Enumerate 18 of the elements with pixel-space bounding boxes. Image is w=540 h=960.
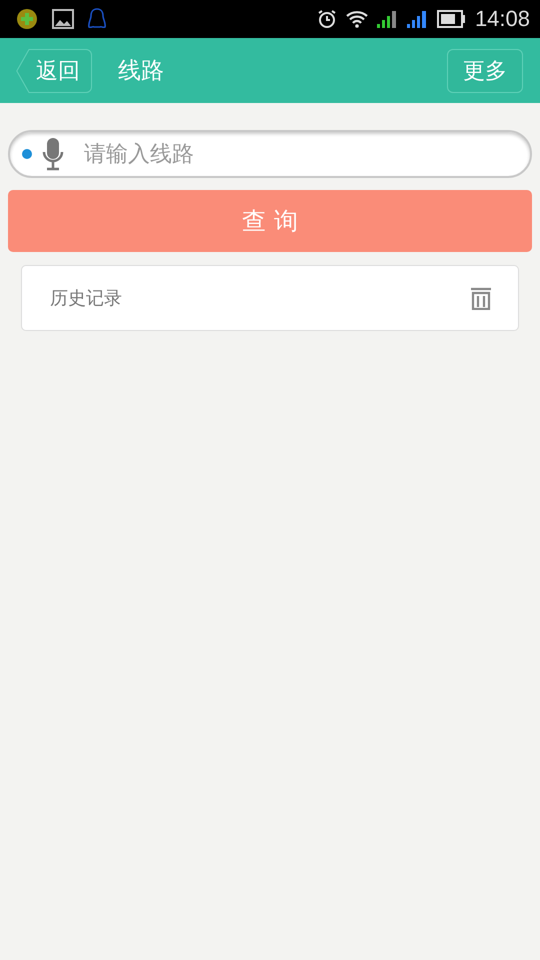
penguin-icon: [88, 8, 106, 30]
signal-icon: [376, 10, 399, 28]
microphone-icon[interactable]: [42, 137, 64, 171]
image-icon: [52, 9, 74, 29]
history-card[interactable]: 历史记录: [21, 265, 519, 331]
clock-time: 14:08: [474, 6, 530, 32]
back-button[interactable]: 返回: [16, 48, 94, 92]
history-label: 历史记录: [50, 287, 122, 310]
search-field[interactable]: 请输入线路: [8, 130, 532, 178]
alarm-icon: [316, 9, 337, 29]
battery-icon: [436, 10, 467, 28]
query-button[interactable]: 查 询: [8, 190, 532, 252]
more-button[interactable]: 更多: [447, 48, 523, 92]
app-icon: [16, 8, 38, 30]
wifi-icon: [344, 10, 369, 28]
signal-icon: [406, 10, 429, 28]
page-title: 线路: [118, 57, 164, 86]
trash-icon[interactable]: [470, 286, 492, 310]
